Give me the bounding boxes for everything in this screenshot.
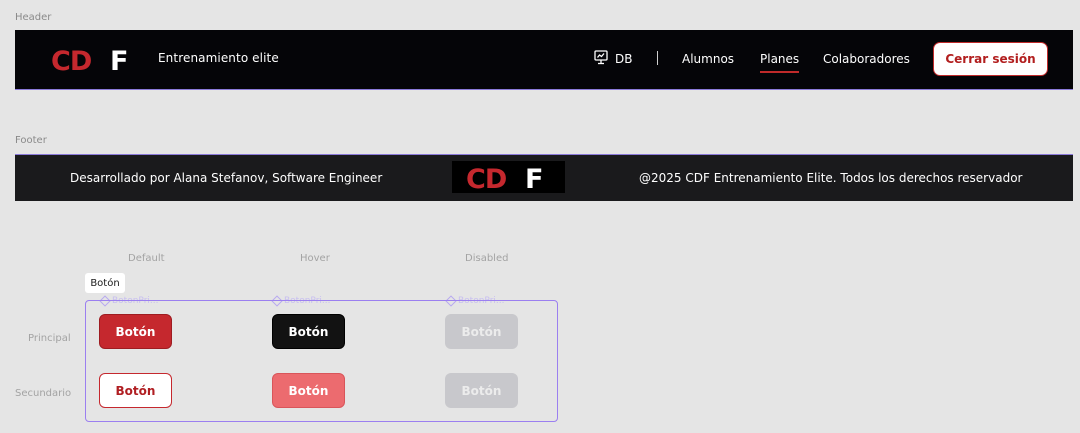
variant-label-principal: Principal [28,333,71,344]
nav-item-alumnos[interactable]: Alumnos [682,52,734,66]
variant-label-secundario: Secundario [15,388,72,399]
nav-db-label: DB [615,51,633,66]
header-frame-label: Header [15,12,52,23]
cdf-logo[interactable]: CD F [51,47,141,73]
primary-hover-button[interactable]: Botón [272,314,345,349]
footer-credit: Desarrollado por Alana Stefanov, Softwar… [70,171,383,185]
state-label-hover: Hover [300,253,330,264]
svg-text:F: F [525,164,543,193]
secondary-disabled-button: Botón [445,373,518,408]
nav-divider [657,51,658,65]
footer-frame-label: Footer [15,135,47,146]
svg-text:F: F [110,47,128,73]
nav-item-planes[interactable]: Planes [760,52,800,73]
footer-logo: CD F [452,161,565,195]
logout-button[interactable]: Cerrar sesión [933,42,1048,76]
app-footer: Desarrollado por Alana Stefanov, Softwar… [15,154,1073,201]
brand-name: Entrenamiento elite [158,51,279,65]
nav-item-colaboradores[interactable]: Colaboradores [823,52,910,66]
app-header: CD F Entrenamiento elite DB Alumnos Plan… [15,30,1073,90]
button-tooltip: Botón [85,273,125,293]
primary-default-button[interactable]: Botón [99,314,172,349]
footer-copyright: @2025 CDF Entrenamiento Elite. Todos los… [639,171,1023,185]
svg-text:CD: CD [466,164,506,193]
svg-text:CD: CD [51,47,91,73]
state-label-default: Default [128,253,165,264]
presentation-chart-icon [593,49,609,68]
primary-disabled-button: Botón [445,314,518,349]
secondary-default-button[interactable]: Botón [99,373,172,408]
nav-db-link[interactable]: DB [593,49,632,68]
state-label-disabled: Disabled [465,253,509,264]
secondary-hover-button[interactable]: Botón [272,373,345,408]
